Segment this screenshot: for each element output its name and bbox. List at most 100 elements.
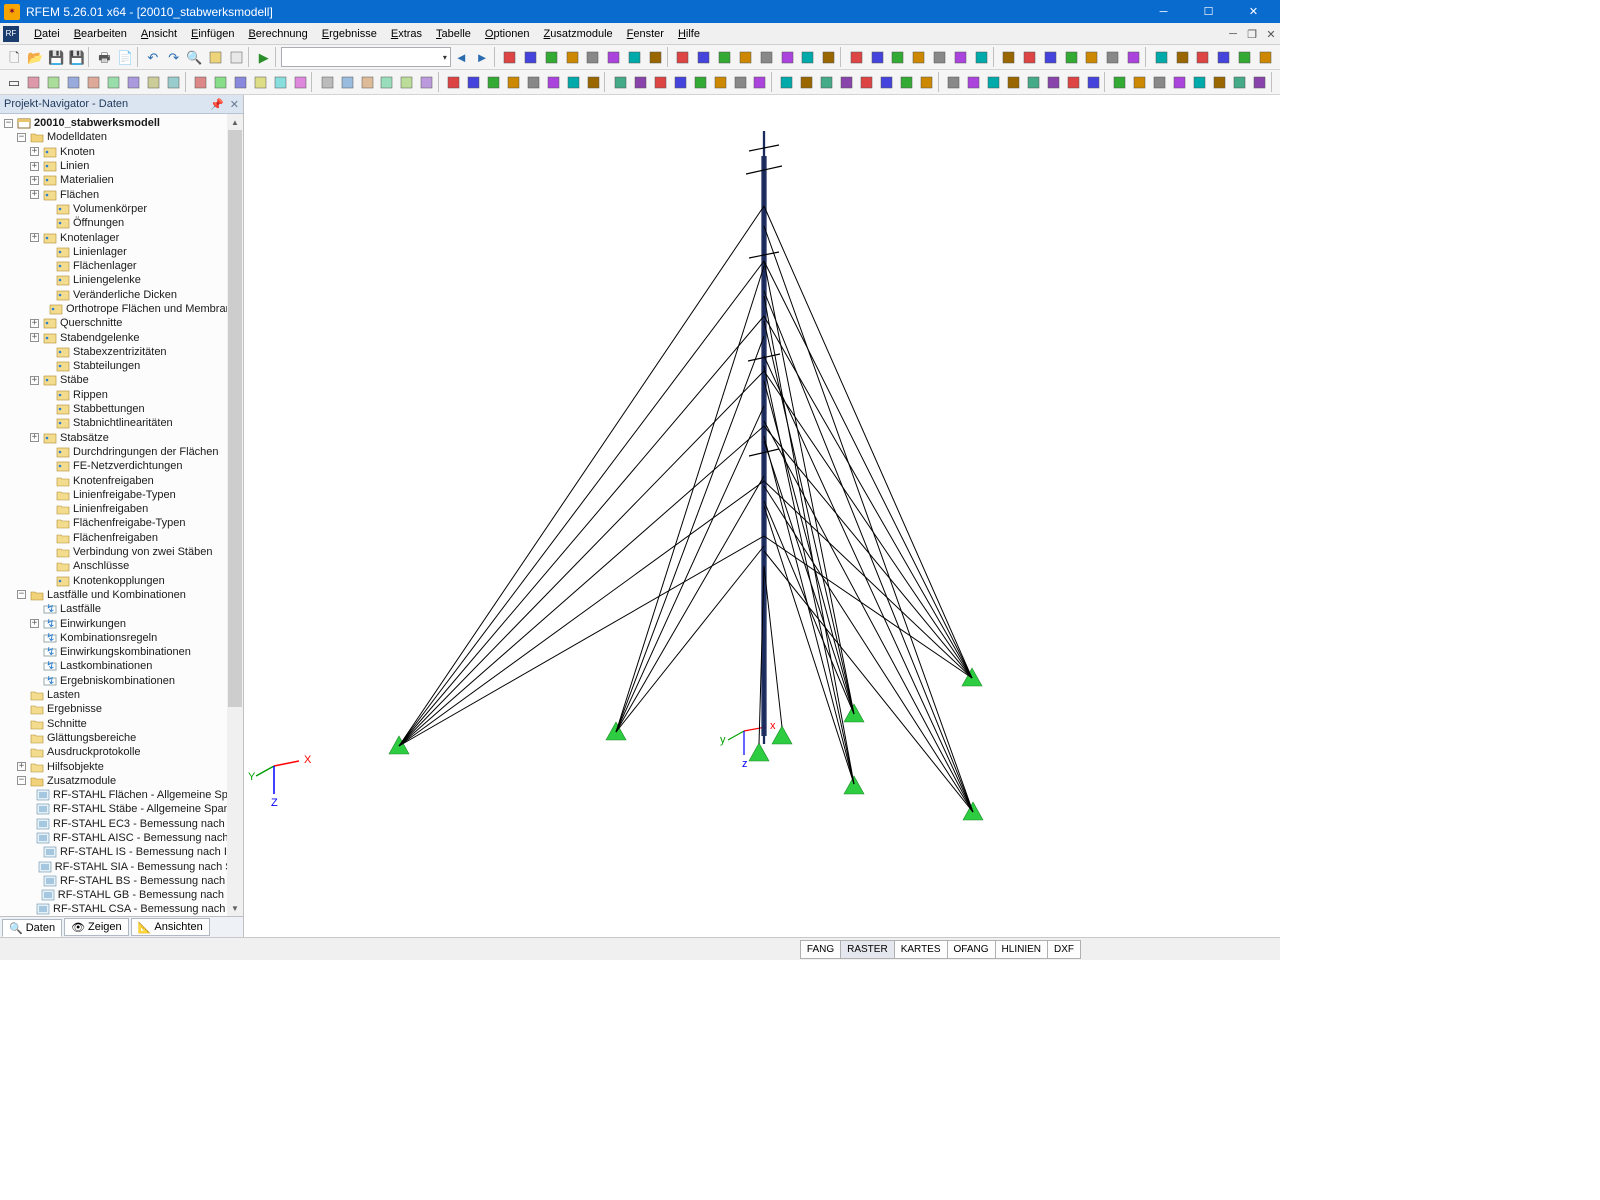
status-hlinien[interactable]: HLINIEN [995, 940, 1048, 959]
tool1-15[interactable] [818, 46, 839, 68]
saveall-icon[interactable]: 💾 [66, 46, 87, 68]
menu-fenster[interactable]: Fenster [620, 26, 671, 42]
expander-icon[interactable] [43, 447, 52, 456]
view-4[interactable] [397, 71, 417, 93]
status-dxf[interactable]: DXF [1047, 940, 1081, 959]
tool1-31[interactable] [1172, 46, 1193, 68]
tree-row[interactable]: +Knoten [4, 145, 243, 159]
tree-row[interactable]: Orthotrope Flächen und Membranen [4, 302, 243, 316]
tree-row[interactable]: Liniengelenke [4, 273, 243, 287]
draw-3[interactable] [84, 71, 104, 93]
draw-0[interactable] [24, 71, 44, 93]
maximize-button[interactable]: ☐ [1186, 0, 1231, 23]
tool1-33[interactable] [1213, 46, 1234, 68]
menu-zusatzmodule[interactable]: Zusatzmodule [537, 26, 620, 42]
expander-icon[interactable] [43, 519, 52, 528]
expander-icon[interactable]: + [17, 762, 26, 771]
tool2-5[interactable] [544, 71, 564, 93]
tool2-19[interactable] [837, 71, 857, 93]
expander-icon[interactable] [30, 605, 39, 614]
tool2-38[interactable] [1230, 71, 1250, 93]
expander-icon[interactable] [30, 662, 39, 671]
tool1-22[interactable] [971, 46, 992, 68]
tool2-2[interactable] [484, 71, 504, 93]
tool2-28[interactable] [1023, 71, 1043, 93]
expander-icon[interactable] [43, 562, 52, 571]
expander-icon[interactable]: − [17, 590, 26, 599]
tree-row[interactable]: +Knotenlager [4, 230, 243, 244]
tree-row[interactable]: RF-STAHL GB - Bemessung nach GB [4, 888, 243, 902]
tree-row[interactable]: Linienlager [4, 245, 243, 259]
lc-next-icon[interactable]: ► [472, 46, 493, 68]
tool1-4[interactable] [583, 46, 604, 68]
loadcase-combo[interactable] [281, 47, 451, 67]
draw-5[interactable] [124, 71, 144, 93]
expander-icon[interactable]: + [30, 619, 39, 628]
expander-icon[interactable] [43, 505, 52, 514]
expander-icon[interactable] [43, 276, 52, 285]
tree-row[interactable]: −20010_stabwerksmodell [4, 116, 243, 130]
tool2-0[interactable] [444, 71, 464, 93]
tree-row[interactable]: +Hilfsobjekte [4, 759, 243, 773]
menu-bearbeiten[interactable]: Bearbeiten [67, 26, 134, 42]
expander-icon[interactable] [30, 633, 39, 642]
tool1-20[interactable] [929, 46, 950, 68]
expander-icon[interactable] [43, 290, 52, 299]
tree-row[interactable]: +Stabsätze [4, 431, 243, 445]
tool1-19[interactable] [908, 46, 929, 68]
tool1-7[interactable] [645, 46, 666, 68]
tool2-20[interactable] [857, 71, 877, 93]
expander-icon[interactable]: + [30, 190, 39, 199]
cursor-icon[interactable]: ▭ [4, 71, 24, 93]
redo-icon[interactable]: ↷ [163, 46, 184, 68]
tool2-10[interactable] [650, 71, 670, 93]
tree-row[interactable]: +Materialien [4, 173, 243, 187]
tree-row[interactable]: Stabexzentrizitäten [4, 345, 243, 359]
tool1-3[interactable] [562, 46, 583, 68]
tree-row[interactable]: RF-STAHL Stäbe - Allgemeine Spannungsana… [4, 802, 243, 816]
expander-icon[interactable]: + [30, 333, 39, 342]
expander-icon[interactable] [43, 576, 52, 585]
tool2-15[interactable] [750, 71, 770, 93]
expander-icon[interactable] [43, 419, 52, 428]
tool1-8[interactable] [673, 46, 694, 68]
panel-pin-icon[interactable]: 📌 [210, 98, 224, 111]
tree-row[interactable]: ↯Einwirkungskombinationen [4, 645, 243, 659]
navtab-zeigen[interactable]: 👁Zeigen [64, 918, 129, 936]
lc-prev-icon[interactable]: ◄ [451, 46, 472, 68]
expander-icon[interactable] [30, 833, 32, 842]
tree-row[interactable]: Linienfreigaben [4, 502, 243, 516]
tree-row[interactable]: RF-STAHL Flächen - Allgemeine Spannungsa… [4, 788, 243, 802]
tool1-10[interactable] [714, 46, 735, 68]
tool1-9[interactable] [693, 46, 714, 68]
status-fang[interactable]: FANG [800, 940, 841, 959]
mdi-minimize-icon[interactable]: ─ [1225, 26, 1241, 42]
expander-icon[interactable] [17, 691, 26, 700]
tool1-29[interactable] [1123, 46, 1144, 68]
view-0[interactable] [317, 71, 337, 93]
tool2-35[interactable] [1170, 71, 1190, 93]
tree-row[interactable]: ↯Lastfälle [4, 602, 243, 616]
save-icon[interactable]: 💾 [46, 46, 67, 68]
tree-row[interactable]: Verbindung von zwei Stäben [4, 545, 243, 559]
tool2-11[interactable] [670, 71, 690, 93]
menu-hilfe[interactable]: Hilfe [671, 26, 707, 42]
tree-row[interactable]: Veränderliche Dicken [4, 288, 243, 302]
edit-2[interactable] [230, 71, 250, 93]
tool2-22[interactable] [897, 71, 917, 93]
nav-icon[interactable] [205, 46, 226, 68]
expander-icon[interactable] [43, 262, 52, 271]
tree-row[interactable]: Durchdringungen der Flächen [4, 445, 243, 459]
tree-row[interactable]: −Zusatzmodule [4, 774, 243, 788]
tree-row[interactable]: +↯Einwirkungen [4, 616, 243, 630]
tool1-23[interactable] [998, 46, 1019, 68]
tool1-2[interactable] [541, 46, 562, 68]
expander-icon[interactable] [43, 476, 52, 485]
tree-row[interactable]: Stabteilungen [4, 359, 243, 373]
tool1-1[interactable] [520, 46, 541, 68]
close-button[interactable]: ✕ [1231, 0, 1276, 23]
tool1-17[interactable] [867, 46, 888, 68]
mdi-close-icon[interactable]: ✕ [1263, 26, 1279, 42]
tool1-24[interactable] [1019, 46, 1040, 68]
expander-icon[interactable] [30, 876, 39, 885]
